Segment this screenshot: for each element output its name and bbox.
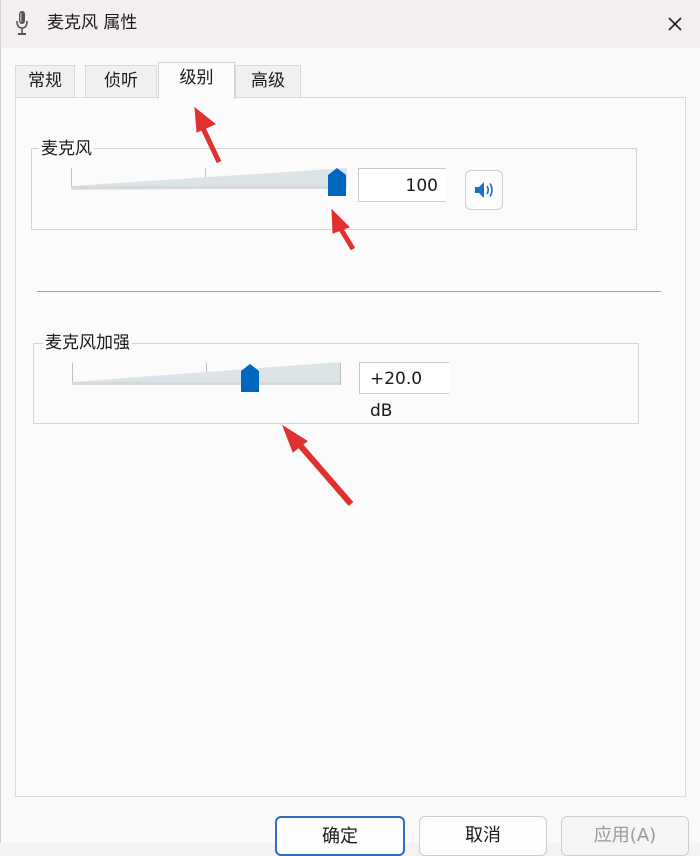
tab-levels[interactable]: 级别	[158, 62, 235, 99]
tab-advanced[interactable]: 高级	[235, 65, 301, 98]
close-button[interactable]	[655, 6, 695, 42]
title-bar: 麦克风 属性	[1, 0, 700, 48]
slider-thumb[interactable]	[328, 168, 346, 196]
slider-track	[72, 382, 340, 385]
microphone-icon	[15, 11, 29, 37]
apply-button[interactable]: 应用(A)	[561, 816, 689, 856]
tab-strip: 常规 侦听 级别 高级	[15, 62, 685, 99]
microphone-volume-value[interactable]: 100	[358, 168, 446, 202]
tab-listen[interactable]: 侦听	[85, 65, 157, 98]
divider	[37, 291, 661, 292]
window-title: 麦克风 属性	[47, 13, 138, 33]
speaker-icon	[475, 182, 493, 198]
slider-track	[71, 186, 341, 189]
mute-button[interactable]	[465, 170, 503, 210]
slider-thumb[interactable]	[241, 364, 259, 392]
microphone-boost-value[interactable]: +20.0 dB	[359, 362, 449, 421]
microphone-group-label: 麦克风	[39, 139, 94, 159]
cancel-button[interactable]: 取消	[419, 816, 547, 856]
microphone-boost-group-label: 麦克风加强	[43, 333, 132, 353]
ok-button[interactable]: 确定	[275, 816, 405, 856]
tab-general[interactable]: 常规	[15, 65, 75, 98]
properties-window: 麦克风 属性 常规 侦听 级别 高级 麦克风 100 麦克风加强 +20.0 d…	[0, 0, 700, 856]
close-icon	[668, 17, 682, 31]
